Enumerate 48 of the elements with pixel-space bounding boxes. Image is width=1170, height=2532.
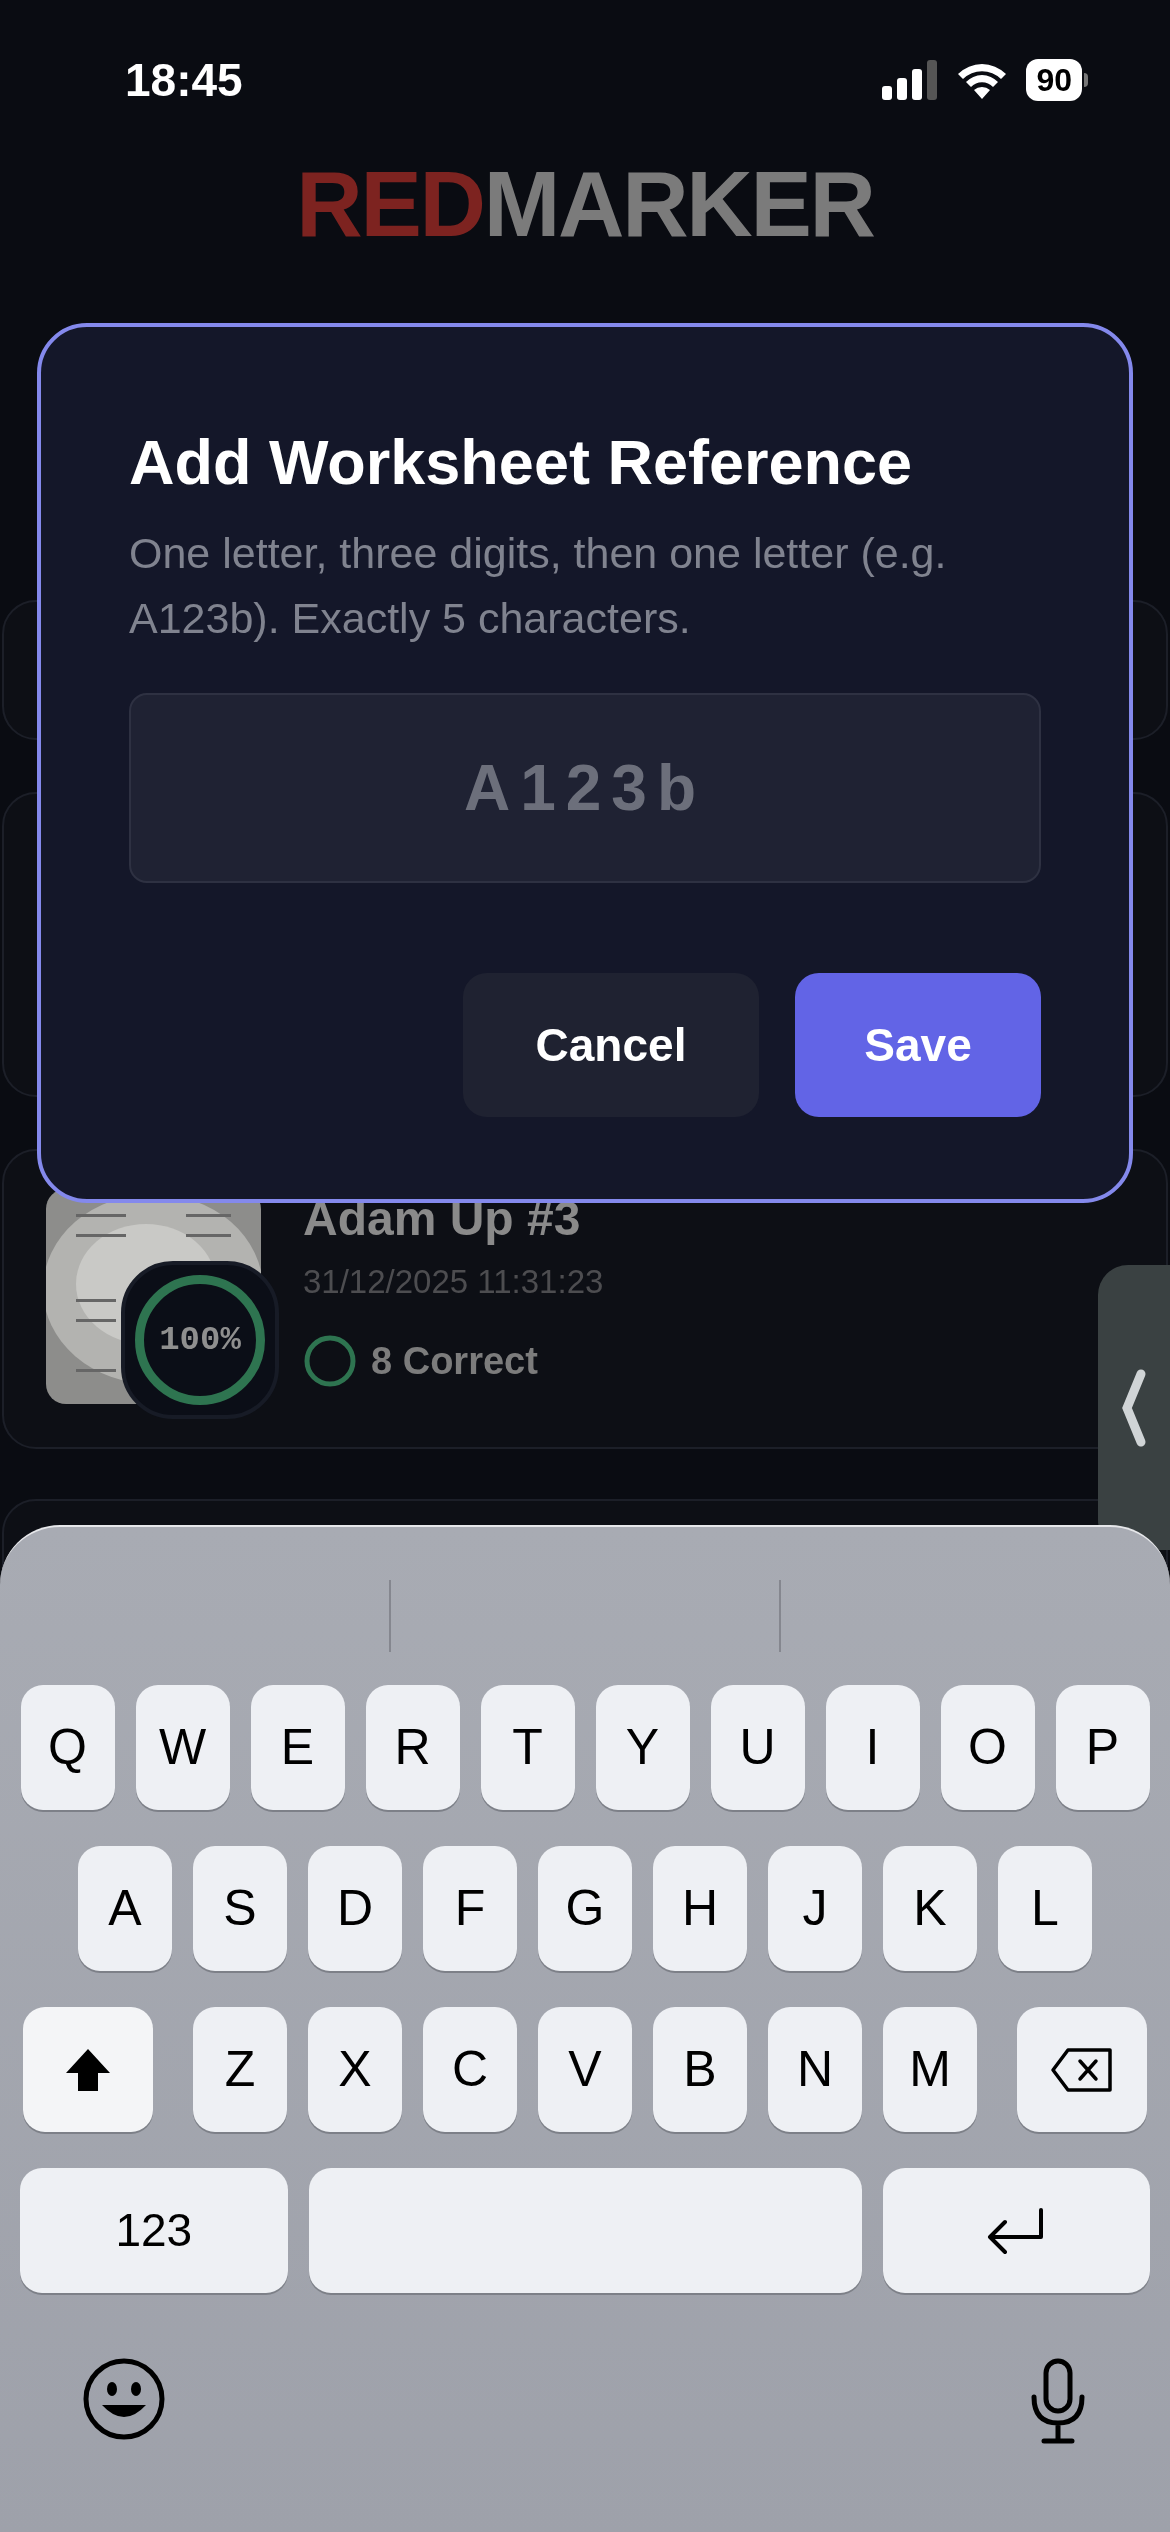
key[interactable]: X (308, 2007, 402, 2132)
key[interactable]: U (710, 1685, 805, 1810)
chevron-left-icon (1121, 1367, 1147, 1448)
key[interactable]: Y (595, 1685, 690, 1810)
key[interactable]: Q (20, 1685, 115, 1810)
key[interactable]: A (78, 1846, 172, 1971)
ring-icon (303, 1334, 357, 1388)
key[interactable]: C (423, 2007, 517, 2132)
key[interactable]: N (768, 2007, 862, 2132)
reference-input[interactable]: A123b (129, 693, 1041, 883)
battery-level: 90 (1026, 59, 1082, 101)
key[interactable]: V (538, 2007, 632, 2132)
emoji-icon[interactable] (82, 2357, 166, 2441)
key[interactable]: M (883, 2007, 977, 2132)
app-logo: REDMARKER (296, 158, 874, 250)
delete-key[interactable] (1017, 2007, 1147, 2132)
status-time: 18:45 (125, 52, 243, 108)
shift-key[interactable] (23, 2007, 153, 2132)
key[interactable]: O (940, 1685, 1035, 1810)
key[interactable]: B (653, 2007, 747, 2132)
result-text: 8 Correct (371, 1338, 538, 1384)
signal-icon (882, 60, 939, 100)
side-handle[interactable] (1098, 1265, 1170, 1550)
key[interactable]: J (768, 1846, 862, 1971)
dialog-description: One letter, three digits, then one letter (e.g. A123b). Exactly 5 characters. (129, 528, 948, 644)
key[interactable]: R (365, 1685, 460, 1810)
wifi-icon (956, 61, 1009, 99)
key[interactable]: W (135, 1685, 230, 1810)
numbers-key[interactable]: 123 (20, 2168, 288, 2293)
save-button[interactable]: Save (795, 973, 1041, 1117)
score-percent: 100% (159, 1319, 241, 1361)
card-title: Adam Up #3 (303, 1191, 582, 1247)
card-date: 31/12/2025 11:31:23 (303, 1262, 604, 1302)
key[interactable]: T (480, 1685, 575, 1810)
key[interactable]: H (653, 1846, 747, 1971)
key[interactable]: G (538, 1846, 632, 1971)
key[interactable]: P (1055, 1685, 1150, 1810)
cancel-button[interactable]: Cancel (463, 973, 759, 1117)
key[interactable]: L (998, 1846, 1092, 1971)
key[interactable]: S (193, 1846, 287, 1971)
key[interactable]: F (423, 1846, 517, 1971)
key[interactable]: Z (193, 2007, 287, 2132)
key[interactable]: D (308, 1846, 402, 1971)
key[interactable]: I (825, 1685, 920, 1810)
delete-icon (1050, 2046, 1114, 2093)
dialog-title: Add Worksheet Reference (129, 427, 914, 497)
key[interactable]: K (883, 1846, 977, 1971)
key[interactable]: E (250, 1685, 345, 1810)
